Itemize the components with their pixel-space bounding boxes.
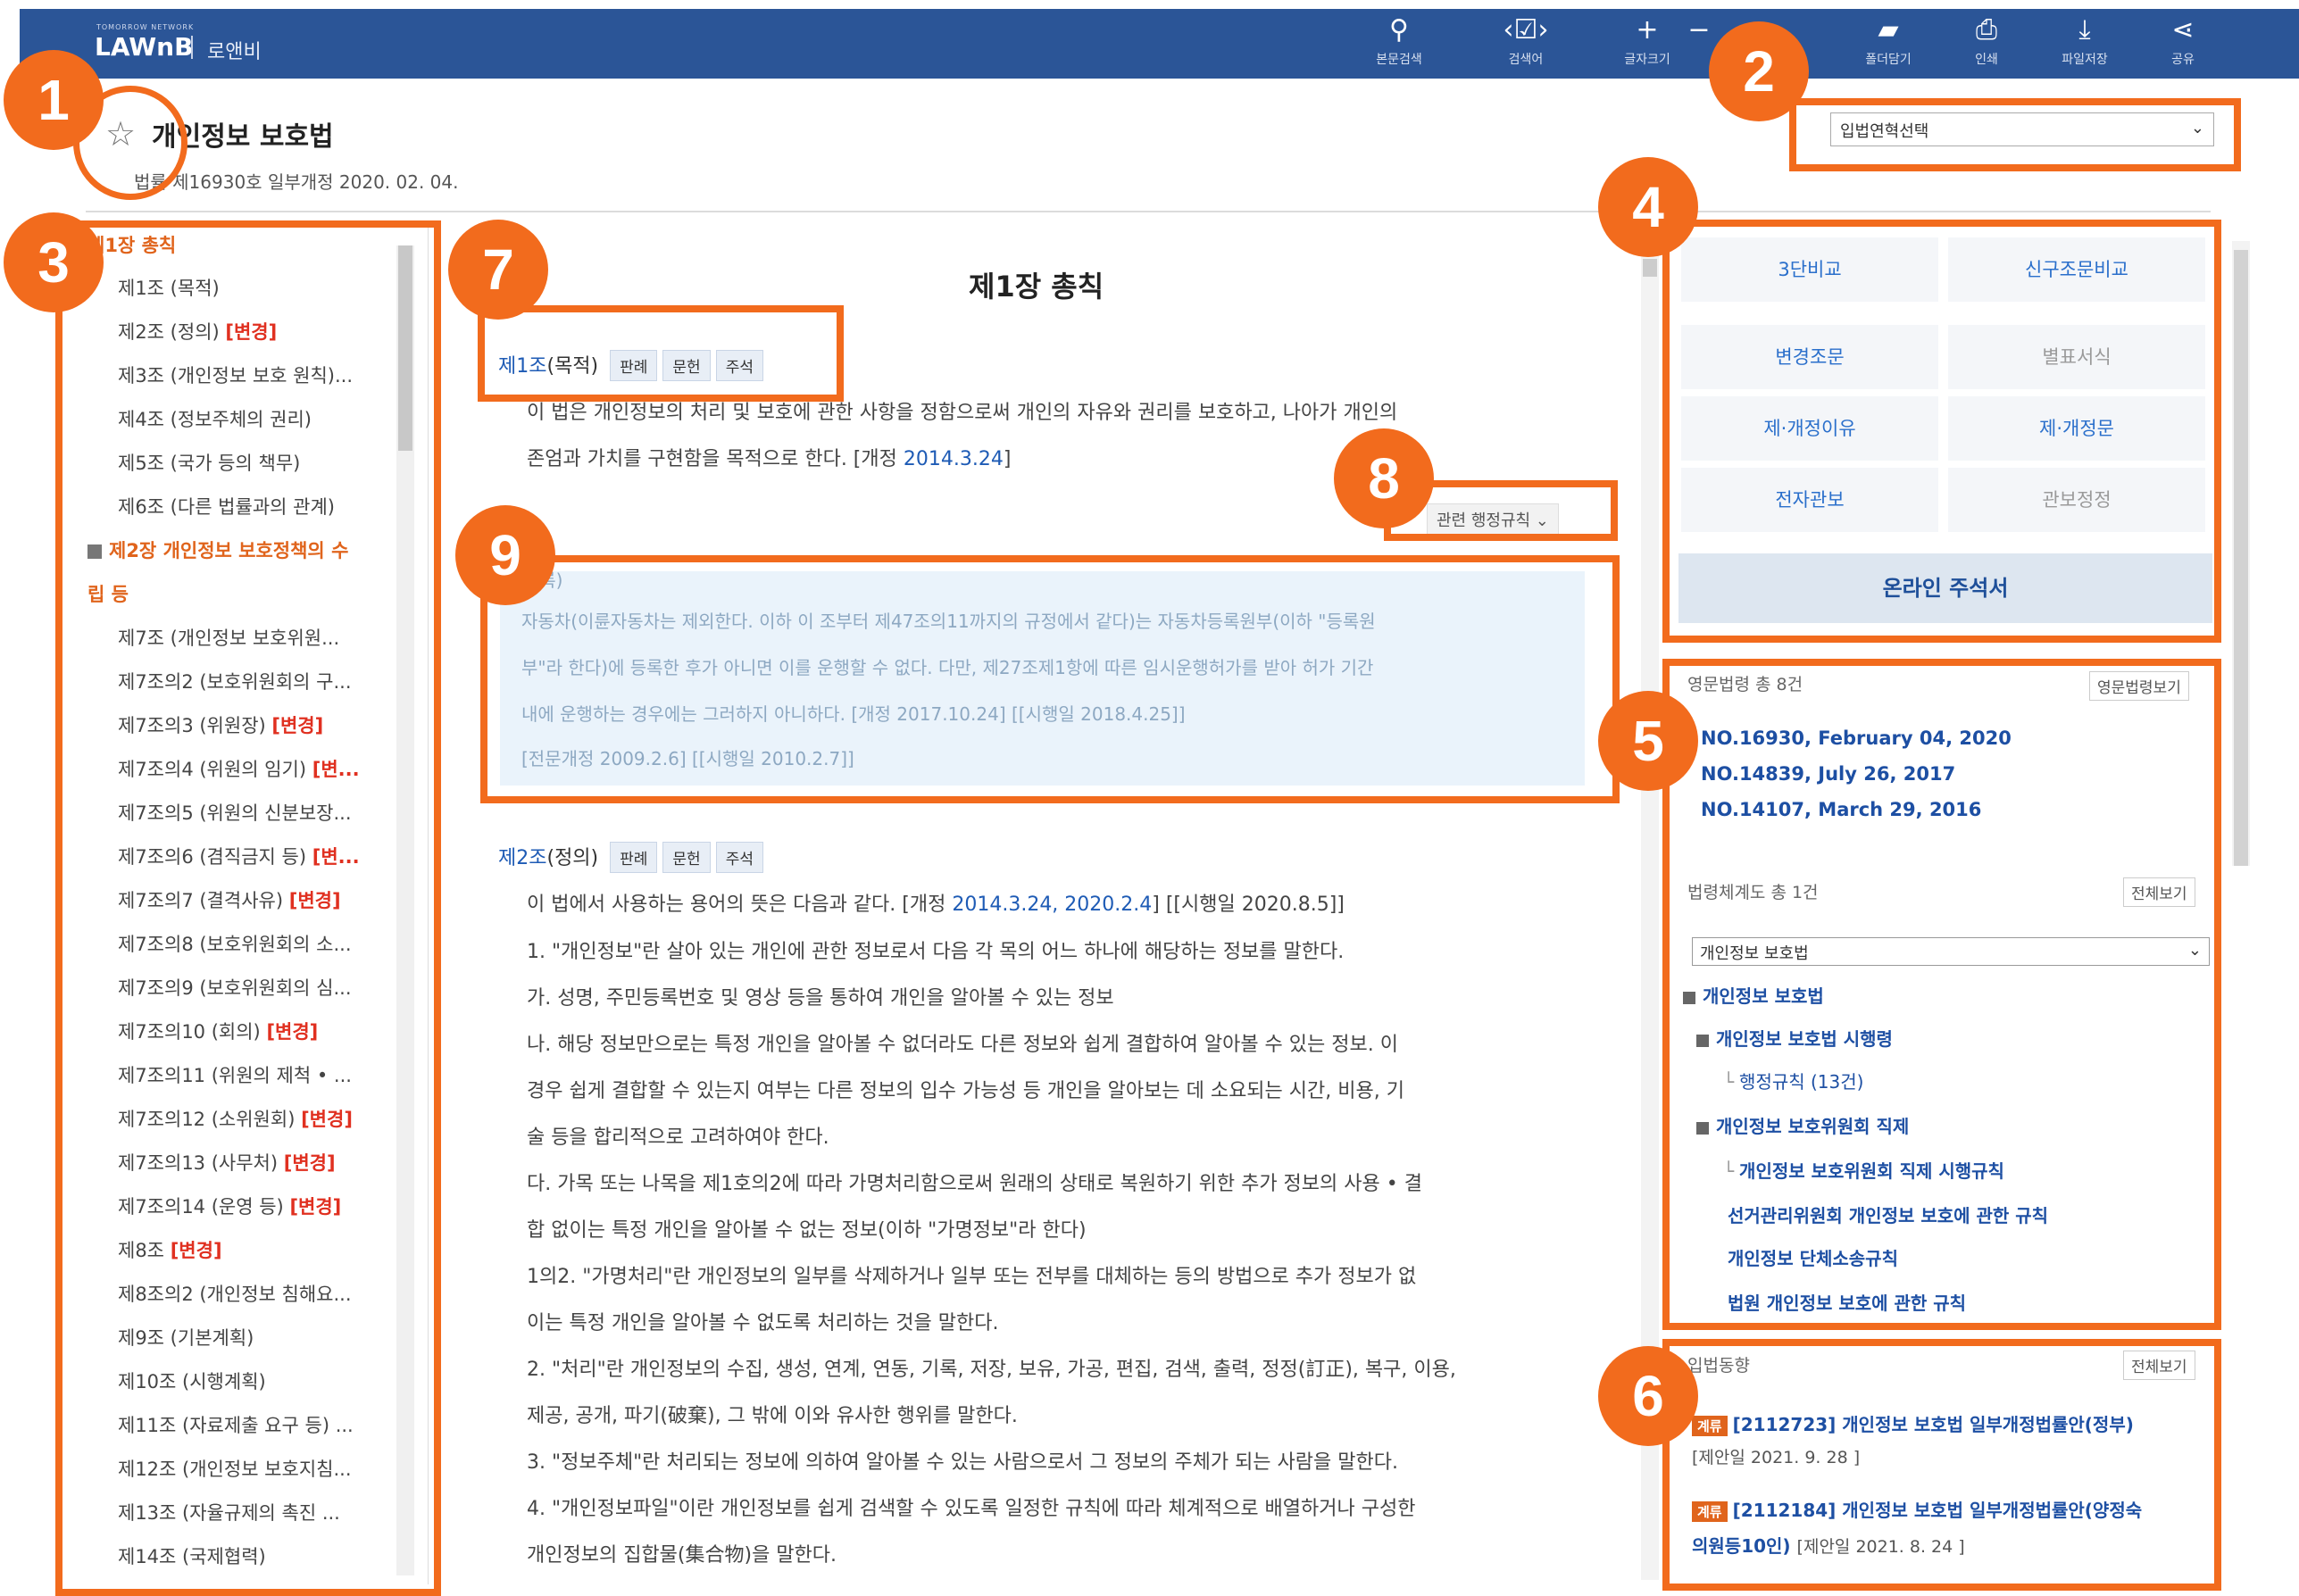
article-2-link[interactable]: 제2조 bbox=[498, 847, 546, 869]
tag-precedent[interactable]: 판례 bbox=[610, 842, 658, 873]
annotation-badge-5: 5 bbox=[1598, 691, 1698, 791]
definition-line: 이는 특정 개인을 알아볼 수 없도록 처리하는 것을 말한다. bbox=[527, 1312, 999, 1334]
brand-logo[interactable]: LAWnB bbox=[95, 32, 193, 62]
definition-line: 2. "처리"란 개인정보의 수집, 생성, 연계, 연동, 기록, 저장, 보… bbox=[527, 1359, 1456, 1381]
annotation-badge-9: 9 bbox=[455, 505, 555, 605]
share-button[interactable]: ⋖ 공유 bbox=[2143, 14, 2223, 68]
print-icon: ⎙ bbox=[1976, 14, 1997, 46]
add-to-folder-button[interactable]: ▰ 폴더담기 bbox=[1848, 14, 1928, 68]
search-body-button[interactable]: ⚲ 본문검색 bbox=[1359, 14, 1439, 68]
search-icon: ⚲ bbox=[1389, 14, 1409, 46]
annotation-box-6 bbox=[1662, 1339, 2221, 1591]
annotation-box-5 bbox=[1662, 659, 2221, 1330]
article-2-header: 제2조(정의) 판례 문헌 주석 bbox=[498, 842, 763, 873]
amend-date-link[interactable]: 2014.3.24, 2020.2.4 bbox=[952, 894, 1152, 916]
annotation-badge-2: 2 bbox=[1709, 21, 1809, 121]
main-scroll-thumb[interactable] bbox=[1643, 259, 1657, 277]
definition-line: 개인정보의 집합물(集合物)을 말한다. bbox=[527, 1544, 837, 1567]
save-file-button[interactable]: ⤓ 파일저장 bbox=[2045, 14, 2125, 68]
annotation-box-3 bbox=[55, 220, 441, 1596]
folder-icon: ▰ bbox=[1878, 14, 1899, 46]
definition-line: 가. 성명, 주민등록번호 및 영상 등을 통하여 개인을 알아볼 수 있는 정… bbox=[527, 987, 1114, 1010]
definition-line: 3. "정보주체"란 처리되는 정보에 의하여 알아볼 수 있는 사람으로서 그… bbox=[527, 1451, 1398, 1474]
definition-line: 술 등을 합리적으로 고려하여야 한다. bbox=[527, 1126, 829, 1149]
definition-line: 경우 쉽게 결합할 수 있는지 여부는 다른 정보의 입수 가능성 등 개인을 … bbox=[527, 1080, 1404, 1102]
annotation-badge-8: 8 bbox=[1334, 428, 1434, 528]
definition-line: 다. 가목 또는 나목을 제1호의2에 따라 가명처리함으로써 원래의 상태로 … bbox=[527, 1173, 1422, 1195]
brand-tagline: TOMORROW NETWORK bbox=[96, 23, 195, 31]
definition-line: 1의2. "가명처리"란 개인정보의 일부를 삭제하거나 일부 또는 전부를 대… bbox=[527, 1266, 1417, 1288]
amend-date-link[interactable]: 2014.3.24 bbox=[904, 448, 1004, 470]
annotation-box-2 bbox=[1789, 98, 2241, 171]
definition-line: 나. 해당 정보만으로는 특정 개인을 알아볼 수 없더라도 다른 정보와 쉽게… bbox=[527, 1034, 1398, 1056]
law-meta: 법률 제16930호 일부개정 2020. 02. 04. bbox=[134, 171, 459, 193]
annotation-badge-1: 1 bbox=[4, 50, 104, 150]
annotation-box-4 bbox=[1662, 220, 2221, 643]
annotation-badge-4: 4 bbox=[1598, 157, 1698, 257]
tag-literature[interactable]: 문헌 bbox=[662, 842, 711, 873]
annotation-badge-3: 3 bbox=[4, 212, 104, 312]
tag-annotation[interactable]: 주석 bbox=[715, 842, 763, 873]
brand-divider bbox=[191, 36, 193, 59]
right-scrollbar[interactable] bbox=[2232, 241, 2250, 866]
annotation-box-9 bbox=[480, 555, 1620, 803]
header-divider bbox=[86, 211, 2211, 212]
brand-sub: 로앤비 bbox=[207, 41, 262, 63]
print-button[interactable]: ⎙ 인쇄 bbox=[1946, 14, 2027, 68]
annotation-badge-7: 7 bbox=[448, 220, 548, 320]
checkbox-nav-icon: ‹☑› bbox=[1503, 14, 1549, 46]
definition-line: 합 없이는 특정 개인을 알아볼 수 없는 정보(이하 "가명정보"라 한다) bbox=[527, 1219, 1087, 1242]
download-icon: ⤓ bbox=[2078, 14, 2091, 46]
keyword-nav-button[interactable]: ‹☑› 검색어 bbox=[1486, 14, 1566, 68]
chapter-title: 제1장 총칙 bbox=[969, 270, 1104, 303]
definition-line: 제공, 공개, 파기(破棄), 그 밖에 이와 유사한 행위를 말한다. bbox=[527, 1405, 1018, 1427]
article-2-text: 이 법에서 사용하는 용어의 뜻은 다음과 같다. [개정 2014.3.24,… bbox=[527, 894, 1345, 916]
annotation-box-7 bbox=[478, 305, 844, 402]
right-scroll-thumb[interactable] bbox=[2234, 250, 2248, 866]
definition-line: 1. "개인정보"란 살아 있는 개인에 관한 정보로서 다음 각 목의 어느 … bbox=[527, 941, 1345, 963]
article-1-text-2: 존엄과 가치를 구현함을 목적으로 한다. [개정 2014.3.24] bbox=[527, 448, 1012, 470]
annotation-badge-6: 6 bbox=[1598, 1346, 1698, 1446]
share-icon: ⋖ bbox=[2171, 14, 2195, 46]
definition-line: 4. "개인정보파일"이란 개인정보를 쉽게 검색할 수 있도록 일정한 규칙에… bbox=[527, 1498, 1416, 1520]
